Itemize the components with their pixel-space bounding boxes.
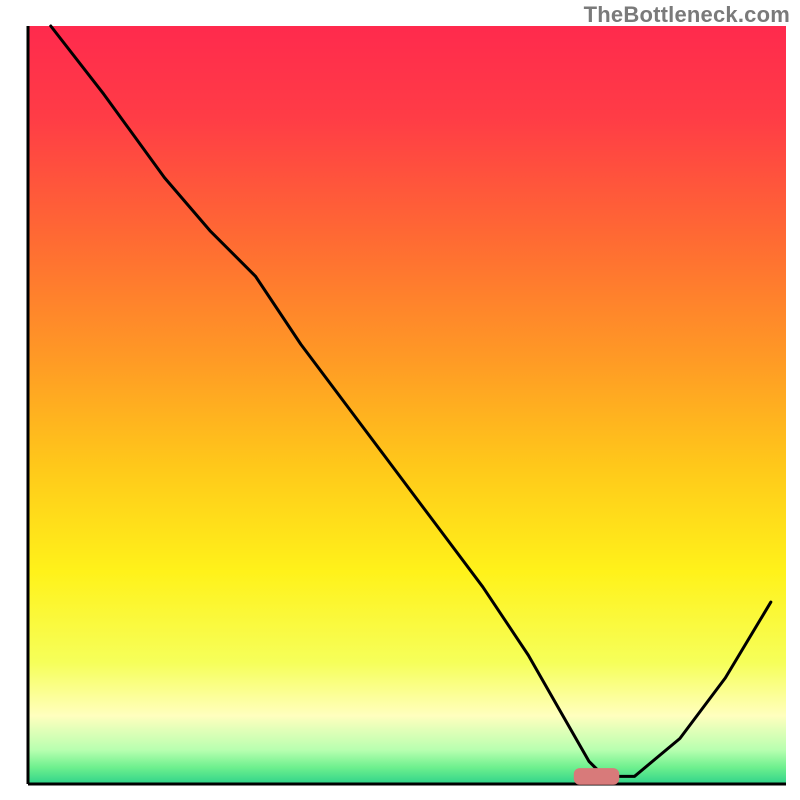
chart-stage: TheBottleneck.com [0,0,800,800]
plot-background [28,26,786,784]
bottleneck-curve-chart [0,0,800,800]
optimal-marker [574,768,619,785]
watermark-text: TheBottleneck.com [584,2,790,28]
